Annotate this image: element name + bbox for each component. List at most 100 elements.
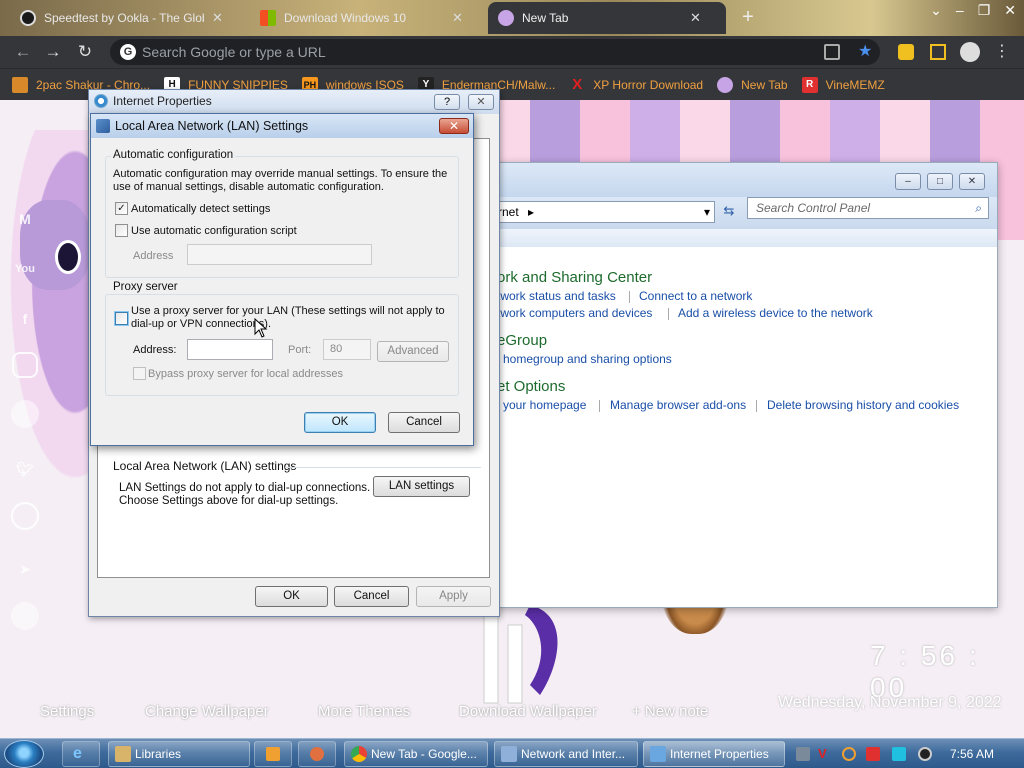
lan-info-line: Choose Settings above for dial-up settin…: [119, 495, 339, 507]
tray-display-icon[interactable]: [892, 747, 906, 761]
add-wireless-device-link[interactable]: Add a wireless device to the network: [678, 306, 873, 320]
bypass-local-label[interactable]: Bypass proxy server for local addresses: [148, 368, 343, 381]
minimize-button[interactable]: –: [895, 173, 921, 190]
homepage-link[interactable]: your homepage: [503, 398, 586, 412]
tab-speedtest[interactable]: Speedtest by Ookla - The Globa ✕: [10, 2, 233, 34]
reddit-icon[interactable]: [11, 602, 39, 630]
tab-download-windows[interactable]: Download Windows 10 ✕: [250, 2, 473, 34]
tray-app-icon[interactable]: [796, 747, 810, 761]
browser-addons-link[interactable]: Manage browser add-ons: [610, 398, 746, 412]
date-display: Wednesday, November 9, 2022: [778, 694, 1002, 711]
auto-config-script-checkbox[interactable]: [115, 224, 128, 237]
breadcrumb[interactable]: rnet ▸ ▾: [497, 201, 715, 223]
settings-link[interactable]: Settings: [40, 703, 94, 720]
bookmark-new-tab[interactable]: New Tab: [717, 76, 788, 93]
address-bar[interactable]: G Search Google or type a URL: [110, 39, 880, 65]
share-icon[interactable]: [824, 44, 840, 60]
port-field[interactable]: 80: [323, 339, 371, 360]
chevron-down-icon[interactable]: ⌄: [930, 2, 942, 19]
more-themes-link[interactable]: More Themes: [318, 703, 410, 720]
network-computers-link[interactable]: twork computers and devices: [497, 306, 652, 320]
tray-search-icon[interactable]: [842, 747, 856, 761]
search-icon[interactable]: ⌕: [975, 198, 982, 218]
menu-dots-icon[interactable]: ⋮: [994, 44, 1010, 60]
homegroup-heading[interactable]: eGroup: [497, 332, 547, 349]
network-status-link[interactable]: twork status and tasks: [497, 289, 616, 303]
extensions-icon[interactable]: [898, 44, 914, 60]
network-sharing-center-heading[interactable]: ork and Sharing Center: [497, 269, 652, 286]
youtube-icon[interactable]: You: [8, 252, 42, 286]
proxy-address-field[interactable]: [187, 339, 273, 360]
paint-icon[interactable]: [298, 741, 336, 767]
tray-flag-icon[interactable]: [866, 747, 880, 761]
script-address-field[interactable]: [187, 244, 372, 265]
taskbar-libraries[interactable]: Libraries: [108, 741, 250, 767]
dialog-title: Internet Properties: [113, 94, 212, 108]
twitter-icon[interactable]: 🐦︎: [8, 452, 42, 486]
apply-button[interactable]: Apply: [416, 586, 491, 607]
taskbar-new-tab-chrome[interactable]: New Tab - Google...: [344, 741, 488, 767]
download-wallpaper-link[interactable]: Download Wallpaper: [459, 703, 597, 720]
help-button[interactable]: ?: [434, 94, 460, 110]
change-wallpaper-link[interactable]: Change Wallpaper: [145, 703, 269, 720]
media-player-icon[interactable]: [254, 741, 292, 767]
close-button[interactable]: ✕: [959, 173, 985, 190]
star-icon[interactable]: ★: [858, 44, 874, 60]
new-note-link[interactable]: + New note: [632, 703, 708, 720]
internet-explorer-icon[interactable]: e: [62, 741, 100, 767]
maximize-button[interactable]: □: [927, 173, 953, 190]
facebook-icon[interactable]: f: [8, 302, 42, 336]
search-control-panel-input[interactable]: Search Control Panel ⌕: [747, 197, 989, 219]
bypass-local-checkbox[interactable]: [133, 367, 146, 380]
taskbar-internet-properties[interactable]: Internet Properties: [643, 741, 785, 767]
wallpaper-pony-eye: [55, 240, 81, 274]
internet-options-heading[interactable]: et Options: [497, 378, 565, 395]
reload-icon[interactable]: ↻: [74, 42, 96, 62]
profile-avatar-icon[interactable]: [960, 42, 980, 62]
bookmark-xp-horror[interactable]: X XP Horror Download: [569, 76, 703, 93]
delete-history-link[interactable]: Delete browsing history and cookies: [767, 398, 959, 412]
close-button[interactable]: ✕: [468, 94, 494, 110]
bookmark-vinememz[interactable]: R VineMEMZ: [801, 76, 885, 93]
lan-settings-button[interactable]: LAN settings: [373, 476, 470, 497]
minimize-icon[interactable]: –: [956, 2, 964, 19]
connect-network-link[interactable]: Connect to a network: [639, 289, 752, 303]
auto-detect-label[interactable]: Automatically detect settings: [131, 203, 270, 216]
close-button[interactable]: ✕: [439, 118, 469, 134]
instagram-icon[interactable]: [12, 352, 38, 378]
new-tab-button[interactable]: +: [736, 6, 760, 29]
ok-button[interactable]: OK: [255, 586, 328, 607]
tab-new-tab[interactable]: New Tab ✕: [488, 2, 726, 34]
homegroup-options-link[interactable]: homegroup and sharing options: [503, 352, 672, 366]
side-panel-icon[interactable]: [930, 44, 946, 60]
taskbar-clock[interactable]: 7:56 AM: [950, 747, 994, 761]
cancel-button[interactable]: Cancel: [334, 586, 409, 607]
whatsapp-icon[interactable]: [11, 502, 39, 530]
auto-config-script-label[interactable]: Use automatic configuration script: [131, 225, 297, 238]
lan-settings-dialog: Local Area Network (LAN) Settings ✕ Auto…: [90, 113, 474, 446]
use-proxy-checkbox[interactable]: [115, 312, 128, 325]
start-button[interactable]: [4, 740, 44, 768]
taskbar-network-internet[interactable]: Network and Inter...: [494, 741, 638, 767]
close-tab-icon[interactable]: ✕: [690, 10, 701, 26]
pinterest-icon[interactable]: [11, 400, 39, 428]
close-tab-icon[interactable]: ✕: [452, 10, 463, 26]
gmail-icon[interactable]: M: [8, 202, 42, 236]
breadcrumb-segment[interactable]: rnet: [498, 205, 519, 219]
ok-button[interactable]: OK: [304, 412, 376, 433]
chevron-down-icon[interactable]: ▾: [704, 202, 710, 222]
tray-v-icon[interactable]: V: [818, 747, 832, 761]
telegram-icon[interactable]: ➤: [8, 552, 42, 586]
tray-volume-icon[interactable]: [918, 747, 932, 761]
forward-arrow-icon[interactable]: →: [42, 42, 64, 62]
use-proxy-label[interactable]: Use a proxy server for your LAN (These s…: [131, 305, 445, 331]
close-tab-icon[interactable]: ✕: [212, 10, 223, 26]
auto-detect-checkbox[interactable]: ✓: [115, 202, 128, 215]
chevron-right-icon[interactable]: ▸: [528, 205, 534, 219]
cancel-button[interactable]: Cancel: [388, 412, 460, 433]
restore-icon[interactable]: ❐: [978, 2, 991, 19]
back-arrow-icon[interactable]: ←: [12, 42, 34, 62]
close-icon[interactable]: ✕: [1004, 2, 1016, 19]
advanced-button[interactable]: Advanced: [377, 341, 449, 362]
refresh-icon[interactable]: ⇆: [719, 203, 739, 221]
